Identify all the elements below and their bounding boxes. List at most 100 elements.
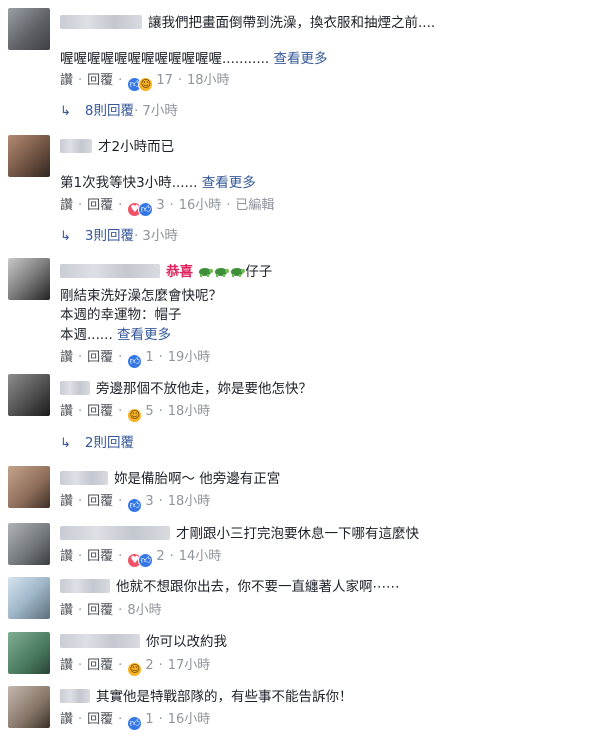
avatar[interactable] <box>8 577 50 619</box>
see-more-link[interactable]: 查看更多 <box>202 175 256 191</box>
comment-text: 妳是備胎啊～ 他旁邊有正宮 <box>114 471 281 487</box>
reactions[interactable]: 👍︎ <box>127 498 143 513</box>
comment-text-line4: 本週 <box>60 327 87 343</box>
author-name[interactable] <box>60 471 108 485</box>
reply-button[interactable]: 回覆 <box>87 494 113 509</box>
author-name[interactable] <box>60 381 90 395</box>
reactions[interactable]: ☺︎ <box>127 662 143 677</box>
like-button[interactable]: 讚 <box>60 494 73 509</box>
avatar[interactable] <box>8 686 50 728</box>
reply-button[interactable]: 回覆 <box>87 549 113 564</box>
edited-label[interactable]: 已編輯 <box>235 198 274 213</box>
like-button[interactable]: 讚 <box>60 658 73 673</box>
replies-link[interactable]: ↳ 2則回覆 <box>60 434 134 453</box>
reactions[interactable]: ♥ 👍︎ <box>127 553 154 568</box>
reply-button[interactable]: 回覆 <box>87 404 113 419</box>
replies-count[interactable]: 8則回覆 <box>85 103 134 119</box>
timestamp[interactable]: 16小時 <box>168 712 211 727</box>
reaction-count: 2 <box>156 549 165 564</box>
laughing-face-icon: ☺︎ <box>127 408 143 423</box>
congrats-label: 恭喜 <box>166 264 193 280</box>
reply-button[interactable]: 回覆 <box>87 658 113 673</box>
like-button[interactable]: 讚 <box>60 73 73 88</box>
reply-arrow-icon: ↳ <box>60 436 71 451</box>
timestamp[interactable]: 18小時 <box>168 494 211 509</box>
like-button[interactable]: 讚 <box>60 198 73 213</box>
reaction-count: 3 <box>156 198 165 213</box>
avatar[interactable] <box>8 632 50 674</box>
thumbs-up-icon: 👍︎ <box>138 553 154 568</box>
avatar[interactable] <box>8 135 50 177</box>
comment-text-line2: 剛結束洗好澡怎麼會快呢？ <box>60 288 222 304</box>
ellipsis: ...... <box>171 175 198 191</box>
comment-text: 旁邊那個不放他走，妳是要他怎快？ <box>96 381 312 397</box>
thumbs-up-icon: 👍︎ <box>127 498 143 513</box>
like-button[interactable]: 讚 <box>60 603 73 618</box>
like-button[interactable]: 讚 <box>60 712 73 727</box>
thumbs-up-icon: 👍︎ <box>138 202 154 217</box>
reactions[interactable]: ☺︎ <box>127 408 143 423</box>
comment-text-line2: 第1次我等快3小時 <box>60 175 172 191</box>
laughing-face-icon: ☺︎ <box>138 77 154 92</box>
turtle-emoji-icon <box>199 268 214 277</box>
author-name[interactable] <box>60 634 140 648</box>
reactions[interactable]: 👍︎ <box>127 716 143 731</box>
comment-text: 其實他是特戰部隊的，有些事不能告訴你！ <box>96 689 353 705</box>
author-name[interactable] <box>60 579 110 593</box>
thumbs-up-icon: 👍︎ <box>127 716 143 731</box>
reaction-count: 1 <box>145 712 154 727</box>
comment-text-line2: 喔喔喔喔喔喔喔喔喔喔喔喔 <box>60 51 222 67</box>
reactions[interactable]: 👍︎ <box>127 354 143 369</box>
avatar[interactable] <box>8 8 50 50</box>
comment-text: 才2小時而已 <box>98 139 175 155</box>
turtle-emoji-icon <box>215 268 230 277</box>
ellipsis: ...... <box>87 327 113 343</box>
replies-link[interactable]: ↳ 3則回覆· 3小時 <box>60 227 178 246</box>
see-more-link[interactable]: 查看更多 <box>117 327 171 343</box>
avatar[interactable] <box>8 466 50 508</box>
avatar[interactable] <box>8 523 50 565</box>
ellipsis: ........... <box>222 51 270 67</box>
timestamp[interactable]: 16小時 <box>179 198 222 213</box>
like-button[interactable]: 讚 <box>60 350 73 365</box>
comment-text: 讓我們把畫面倒帶到洗澡，換衣服和抽煙之前.... <box>148 15 436 31</box>
reply-button[interactable]: 回覆 <box>87 198 113 213</box>
timestamp[interactable]: 17小時 <box>168 658 211 673</box>
avatar[interactable] <box>8 374 50 416</box>
replies-time: 3小時 <box>142 228 178 244</box>
laughing-face-icon: ☺︎ <box>127 662 143 677</box>
reply-arrow-icon: ↳ <box>60 229 71 244</box>
reaction-count: 3 <box>145 494 154 509</box>
comment-text: 才剛跟小三打完泡要休息一下哪有這麼快 <box>176 526 419 542</box>
reply-button[interactable]: 回覆 <box>87 603 113 618</box>
author-name[interactable] <box>60 139 92 153</box>
comment-text: 仔子 <box>245 264 273 280</box>
replies-count[interactable]: 2則回覆 <box>85 435 134 451</box>
author-name[interactable] <box>60 15 142 29</box>
turtle-emoji-icon <box>231 268 246 277</box>
like-button[interactable]: 讚 <box>60 404 73 419</box>
reply-button[interactable]: 回覆 <box>87 350 113 365</box>
author-name[interactable] <box>60 264 160 278</box>
reply-arrow-icon: ↳ <box>60 104 71 119</box>
reactions[interactable]: ♥ 👍︎ <box>127 202 154 217</box>
reaction-count: 1 <box>145 350 154 365</box>
see-more-link[interactable]: 查看更多 <box>274 51 328 67</box>
reply-button[interactable]: 回覆 <box>87 73 113 88</box>
timestamp[interactable]: 18小時 <box>187 73 230 88</box>
reaction-count: 2 <box>145 658 154 673</box>
timestamp[interactable]: 19小時 <box>168 350 211 365</box>
replies-link[interactable]: ↳ 8則回覆· 7小時 <box>60 102 178 121</box>
author-name[interactable] <box>60 689 90 703</box>
timestamp[interactable]: 18小時 <box>168 404 211 419</box>
like-button[interactable]: 讚 <box>60 549 73 564</box>
reply-button[interactable]: 回覆 <box>87 712 113 727</box>
replies-time: 7小時 <box>142 103 178 119</box>
timestamp[interactable]: 14小時 <box>179 549 222 564</box>
avatar[interactable] <box>8 258 50 300</box>
author-name[interactable] <box>60 526 170 540</box>
reactions[interactable]: 👍︎ ☺︎ <box>127 77 154 92</box>
replies-count[interactable]: 3則回覆 <box>85 228 134 244</box>
comment-text-line3: 本週的幸運物：帽子 <box>60 307 182 323</box>
timestamp[interactable]: 8小時 <box>127 603 161 618</box>
